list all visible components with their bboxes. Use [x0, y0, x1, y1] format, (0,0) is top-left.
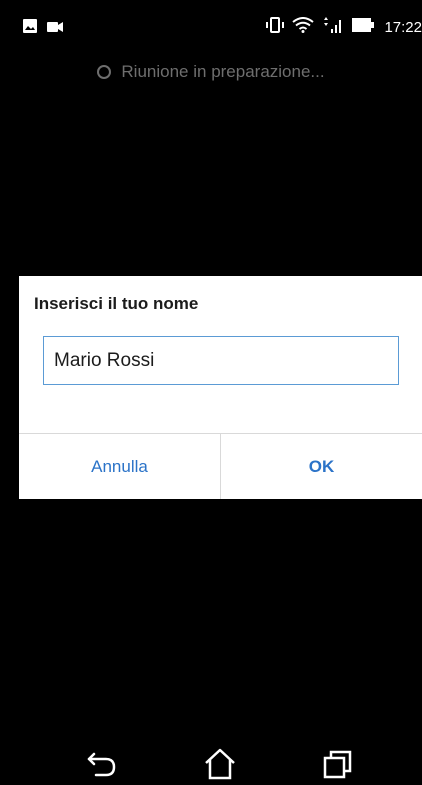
status-bar-right: 17:22 — [266, 17, 422, 37]
vibrate-icon — [266, 17, 285, 37]
ok-button[interactable]: OK — [221, 434, 422, 499]
status-bar-left — [23, 19, 63, 38]
status-time: 17:22 — [384, 18, 422, 36]
recents-icon — [323, 750, 352, 779]
recents-button[interactable] — [318, 744, 358, 784]
signal-icon — [322, 17, 344, 37]
battery-icon — [352, 17, 376, 37]
screen: 17:22 Riunione in preparazione... Inseri… — [0, 0, 422, 785]
navigation-bar — [0, 728, 422, 785]
meeting-status-text: Riunione in preparazione... — [121, 62, 325, 81]
name-dialog: Inserisci il tuo nome Annulla OK — [19, 276, 422, 499]
meeting-status: Riunione in preparazione... — [0, 58, 422, 86]
dialog-title: Inserisci il tuo nome — [34, 294, 199, 313]
loading-spinner-icon — [97, 65, 112, 79]
name-input[interactable] — [43, 336, 399, 385]
home-button[interactable] — [200, 744, 240, 784]
cancel-button[interactable]: Annulla — [19, 434, 220, 499]
home-icon — [205, 748, 235, 780]
back-icon — [87, 752, 116, 777]
back-button[interactable] — [82, 744, 122, 784]
status-bar: 17:22 — [0, 0, 422, 55]
wifi-icon — [292, 17, 315, 37]
video-camera-icon — [47, 20, 63, 38]
image-icon — [23, 19, 37, 38]
